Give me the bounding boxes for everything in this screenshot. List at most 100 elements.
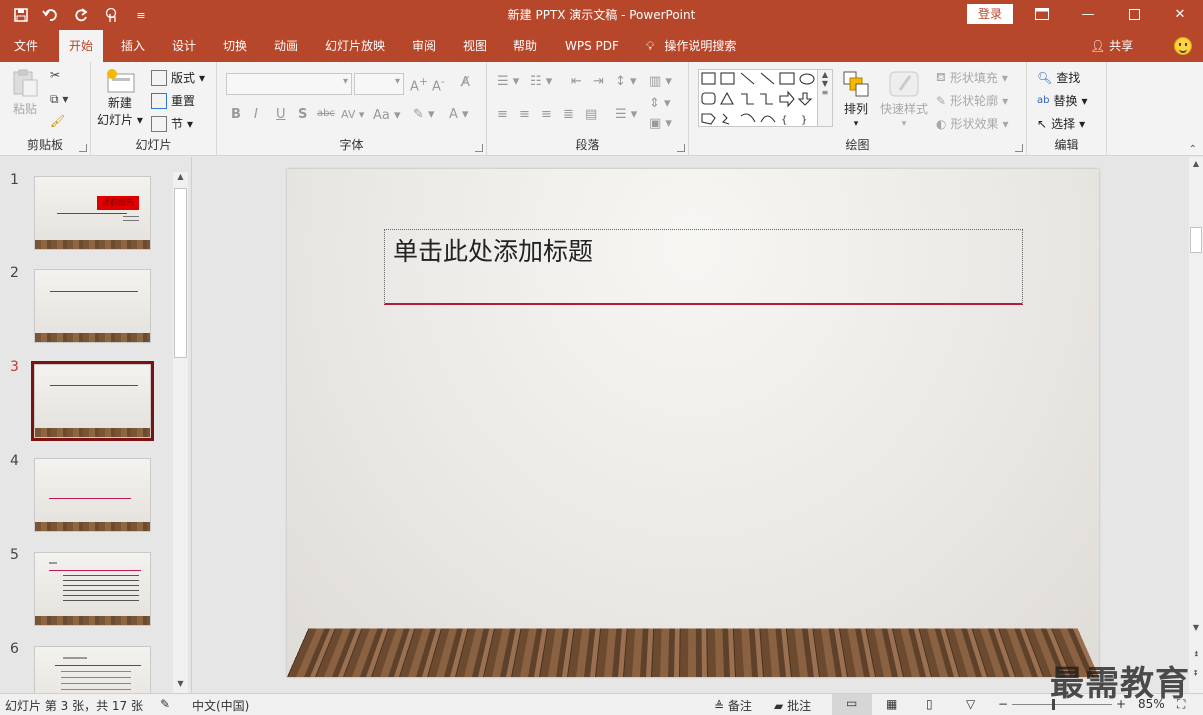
underline-button[interactable]: U (276, 107, 286, 122)
notes-button[interactable]: ≜ 备注 (714, 697, 752, 714)
language-indicator[interactable]: 中文(中国) (192, 697, 249, 714)
char-spacing-icon[interactable]: AV ▾ (341, 108, 364, 121)
font-color-icon[interactable]: A ▾ (449, 107, 469, 122)
previous-slide-icon[interactable]: ⏫︎ (1189, 649, 1203, 659)
clipboard-group: 粘贴 ✂ ⧉ ▾ 🖌︎ 剪贴板 (0, 62, 91, 156)
tab-review[interactable]: 审阅 (402, 30, 446, 62)
share-button[interactable]: 👤︎ 共享 (1090, 30, 1133, 62)
shapes-gallery[interactable]: {} (698, 69, 818, 127)
scrollbar-thumb[interactable] (1190, 227, 1202, 253)
strikethrough-button[interactable]: abc (317, 108, 335, 119)
cut-button[interactable]: ✂ (50, 68, 60, 82)
current-slide[interactable]: 单击此处添加标题 (287, 169, 1099, 677)
tab-home[interactable]: 开始 (59, 30, 104, 62)
font-name-combo[interactable] (226, 73, 352, 95)
increase-font-icon[interactable]: A+ (410, 75, 428, 94)
shadow-button[interactable]: S (298, 107, 307, 122)
shape-outline-button[interactable]: ✎ 形状轮廓 ▾ (936, 92, 1008, 109)
tab-transitions[interactable]: 切换 (213, 30, 257, 62)
reset-icon (151, 92, 167, 109)
maximize-icon[interactable] (1111, 0, 1157, 28)
next-slide-icon[interactable]: ⏬︎ (1189, 669, 1203, 679)
drawing-launcher-icon[interactable] (1015, 144, 1023, 152)
tab-slideshow[interactable]: 幻灯片放映 (315, 30, 395, 62)
align-right-icon[interactable]: ≡ (541, 107, 552, 122)
shape-fill-button[interactable]: ⛾ 形状填充 ▾ (936, 69, 1008, 86)
ribbon-display-icon[interactable] (1019, 0, 1065, 28)
thumbnail-scrollbar[interactable]: ▲ ▼ (173, 172, 188, 693)
align-left-icon[interactable]: ≡ (497, 107, 508, 122)
layout-button[interactable]: 版式 ▾ (151, 69, 205, 86)
line-spacing-icon[interactable]: ↕ ▾ (615, 74, 637, 89)
arrange-label: 排列 (843, 102, 868, 116)
tab-insert[interactable]: 插入 (111, 30, 155, 62)
minimize-icon[interactable]: — (1065, 0, 1111, 28)
scroll-down-icon[interactable]: ▼ (173, 679, 188, 693)
font-launcher-icon[interactable] (475, 144, 483, 152)
tab-wps-pdf[interactable]: WPS PDF (555, 30, 629, 62)
change-case-button[interactable]: Aa ▾ (373, 108, 401, 123)
reset-button[interactable]: 重置 (151, 92, 195, 109)
normal-view-button[interactable]: ▭ (832, 694, 872, 715)
tab-design[interactable]: 设计 (162, 30, 206, 62)
paste-button[interactable]: 粘贴 (10, 68, 40, 117)
canvas-scrollbar[interactable]: ▲ ▼ ⏫︎ ⏬︎ (1189, 157, 1203, 693)
columns-icon[interactable]: ▥ ▾ (649, 74, 672, 89)
italic-button[interactable]: I (254, 107, 258, 122)
align-center-icon[interactable]: ≡ (519, 107, 530, 122)
tab-view[interactable]: 视图 (453, 30, 497, 62)
slide-thumbnail-1[interactable]: 述职报告 (34, 176, 151, 250)
zoom-out-icon[interactable]: − (998, 697, 1008, 711)
distribute-icon[interactable]: ▤ (585, 107, 597, 122)
decrease-indent-icon[interactable]: ⇤ (571, 74, 582, 89)
collapse-ribbon-icon[interactable]: ⌃ (1189, 144, 1197, 155)
bold-button[interactable]: B (231, 107, 241, 122)
justify-icon[interactable]: ≣ (563, 107, 574, 122)
new-slide-button[interactable]: 新建 幻灯片 ▾ (97, 68, 143, 128)
slide-sorter-icon[interactable]: ▦ (886, 697, 897, 711)
text-direction-icon[interactable]: ⇕ ▾ (649, 96, 671, 111)
slide-thumbnail-4[interactable] (34, 458, 151, 532)
format-painter-button[interactable]: 🖌︎ (50, 114, 65, 128)
scroll-down-icon[interactable]: ▼ (1189, 623, 1203, 632)
scroll-up-icon[interactable]: ▲ (173, 172, 188, 186)
select-button[interactable]: ↖ 选择 ▾ (1037, 115, 1085, 132)
scroll-up-icon[interactable]: ▲ (1189, 159, 1203, 168)
quick-styles-button[interactable]: 快速样式 ▾ (880, 70, 928, 129)
title-placeholder[interactable]: 单击此处添加标题 (384, 229, 1023, 305)
spellcheck-icon[interactable]: ✎︎ (160, 697, 170, 711)
slide-thumbnail-2[interactable] (34, 269, 151, 343)
shape-effects-button[interactable]: ◐ 形状效果 ▾ (936, 115, 1009, 132)
close-icon[interactable]: ✕ (1157, 0, 1203, 28)
scrollbar-thumb[interactable] (174, 188, 187, 358)
section-button[interactable]: 节 ▾ (151, 115, 193, 132)
shapes-gallery-scroll[interactable]: ▲ ▼ ≡ (818, 69, 833, 127)
comments-button[interactable]: ▰ 批注 (774, 697, 811, 714)
decrease-font-icon[interactable]: A- (432, 75, 445, 94)
slide-thumbnail-6[interactable] (34, 646, 151, 693)
replace-button[interactable]: ab 替换 ▾ (1037, 92, 1088, 109)
tab-animations[interactable]: 动画 (264, 30, 308, 62)
font-size-combo[interactable] (354, 73, 404, 95)
arrange-button[interactable]: 排列 ▾ (842, 70, 870, 129)
tell-me-search[interactable]: 💡︎ 操作说明搜索 (640, 30, 746, 62)
login-button[interactable]: 登录 (967, 4, 1013, 24)
paragraph-launcher-icon[interactable] (677, 144, 685, 152)
numbering-icon[interactable]: ☷ ▾ (530, 74, 552, 89)
slideshow-icon[interactable]: ▽ (966, 697, 975, 711)
bullets-icon[interactable]: ☰ ▾ (497, 74, 519, 89)
tab-help[interactable]: 帮助 (503, 30, 547, 62)
clipboard-launcher-icon[interactable] (79, 144, 87, 152)
column-layout-icon[interactable]: ☰ ▾ (615, 107, 637, 122)
smartart-icon[interactable]: ▣ ▾ (649, 116, 672, 131)
slide-thumbnail-3[interactable] (34, 364, 151, 438)
reading-view-icon[interactable]: ▯ (926, 697, 933, 711)
clear-format-icon[interactable]: A̸ (461, 75, 470, 90)
feedback-smiley-icon[interactable] (1174, 37, 1192, 55)
tab-file[interactable]: 文件 (4, 30, 48, 62)
slide-thumbnail-5[interactable] (34, 552, 151, 626)
highlight-icon[interactable]: ✎ ▾ (413, 107, 435, 122)
copy-button[interactable]: ⧉ ▾ (50, 92, 68, 107)
find-button[interactable]: 🔍︎ 查找 (1037, 69, 1080, 86)
increase-indent-icon[interactable]: ⇥ (593, 74, 604, 89)
